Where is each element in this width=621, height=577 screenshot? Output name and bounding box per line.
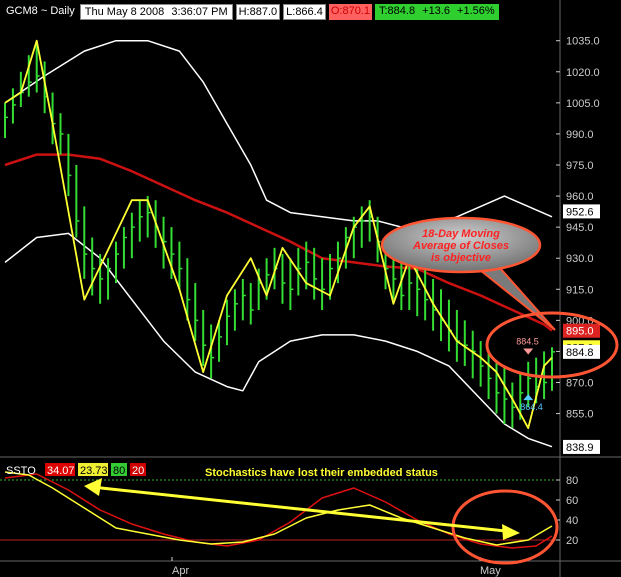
price-tick-label: 1005.0 xyxy=(566,98,600,110)
price-tick-label: 975.0 xyxy=(566,160,594,172)
stoch-tick-label: 40 xyxy=(566,515,578,527)
ssto-value: SSTO xyxy=(6,465,36,477)
price-badge-label: 838.9 xyxy=(566,442,594,454)
price-tick-label: 945.0 xyxy=(566,222,594,234)
stoch-note: Stochastics have lost their embedded sta… xyxy=(205,467,438,479)
price-tick-label: 930.0 xyxy=(566,253,594,265)
price-badge-label: 884.8 xyxy=(566,347,594,359)
chart-header: GCM8 ~ Daily Thu May 8 2008 3:36:07 PM H… xyxy=(4,4,499,20)
price-axis-ticks: 1035.0 1020.0 1005.0 990.0 975.0 960.0 945.0 93… xyxy=(556,36,600,421)
last-box: T:884.8 +13.6 +1.56% xyxy=(374,4,499,20)
date-box: Thu May 8 2008 3:36:07 PM xyxy=(79,4,233,20)
stoch-tick-label: 60 xyxy=(566,495,578,507)
high-box: H:887.0 xyxy=(235,4,281,20)
price-badge-label: 895.0 xyxy=(566,326,594,338)
price-badge-label: 952.6 xyxy=(566,206,594,218)
stoch-k-line xyxy=(4,471,553,546)
price-tick-label: 1020.0 xyxy=(566,67,600,79)
time-label: May xyxy=(480,565,501,577)
stoch-arrow-head-left xyxy=(84,478,102,496)
time-axis-labels: Apr May xyxy=(171,557,501,577)
stoch-arrow-shaft xyxy=(91,485,516,534)
stoch-tick-label: 20 xyxy=(566,535,578,547)
ssto-value: 34.07 xyxy=(47,465,75,477)
price-tick-label: 855.0 xyxy=(566,409,594,421)
marker-label: 884.5 xyxy=(516,336,539,346)
open-box: O:870.1 xyxy=(328,4,372,20)
symbol-label: GCM8 ~ Daily xyxy=(6,5,75,17)
price-tick-label: 870.0 xyxy=(566,378,594,390)
marker-label: 864.4 xyxy=(520,402,543,412)
ssto-value: 20 xyxy=(132,465,144,477)
price-tick-label: 960.0 xyxy=(566,191,594,203)
price-tick-label: 915.0 xyxy=(566,284,594,296)
ssto-value: 23.73 xyxy=(80,465,108,477)
down-marker xyxy=(523,348,534,355)
chart-window: { "header": { "symbol": "GCM8 ~ Daily", … xyxy=(0,0,621,577)
upper-band-line xyxy=(4,39,553,228)
price-tick-label: 990.0 xyxy=(566,129,594,141)
price-chart-svg: 1035.0 1020.0 1005.0 990.0 975.0 960.0 945.0 93… xyxy=(0,0,621,577)
stoch-tick-label: 80 xyxy=(566,475,578,487)
low-box: L:866.4 xyxy=(283,4,326,20)
ssto-value: 80 xyxy=(113,465,125,477)
up-marker xyxy=(523,394,534,401)
time-label: Apr xyxy=(172,565,189,577)
price-tick-label: 1035.0 xyxy=(566,36,600,48)
stoch-arrow-head-right xyxy=(502,524,520,540)
